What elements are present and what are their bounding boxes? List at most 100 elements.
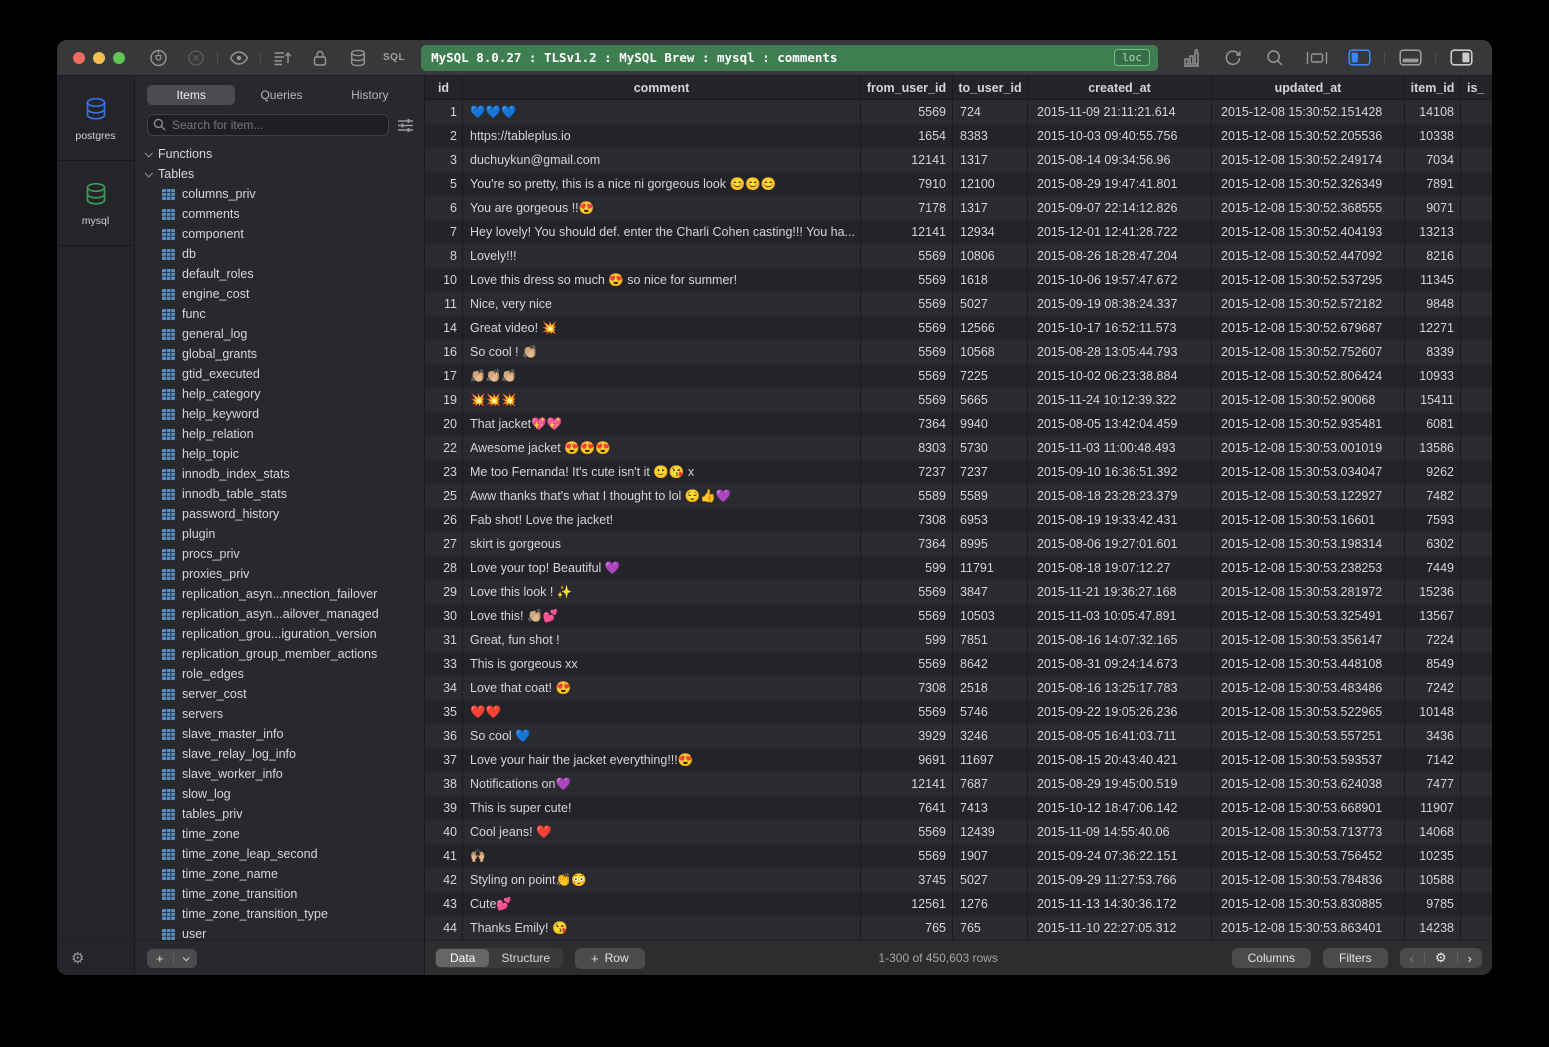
cell-is_[interactable] <box>1461 532 1492 556</box>
cell-updated_at[interactable]: 2015-12-08 15:30:53.281972 <box>1212 580 1405 604</box>
cell-updated_at[interactable]: 2015-12-08 15:30:53.356147 <box>1212 628 1405 652</box>
cell-from_user_id[interactable]: 7178 <box>861 196 953 220</box>
cell-to_user_id[interactable]: 1276 <box>953 892 1028 916</box>
cell-id[interactable]: 6 <box>425 196 463 220</box>
cell-created_at[interactable]: 2015-10-03 09:40:55.756 <box>1028 124 1212 148</box>
table-row[interactable]: 20That jacket💖💖736499402015-08-05 13:42:… <box>425 412 1492 436</box>
column-header-created_at[interactable]: created_at <box>1028 76 1212 99</box>
cell-comment[interactable]: 🙌🏼 <box>463 844 861 868</box>
cell-from_user_id[interactable]: 5569 <box>861 388 953 412</box>
cell-is_[interactable] <box>1461 508 1492 532</box>
cell-updated_at[interactable]: 2015-12-08 15:30:53.863401 <box>1212 916 1405 940</box>
cell-item_id[interactable]: 9848 <box>1405 292 1461 316</box>
column-header-id[interactable]: id <box>425 76 463 99</box>
cell-is_[interactable] <box>1461 772 1492 796</box>
column-header-updated_at[interactable]: updated_at <box>1212 76 1405 99</box>
cell-to_user_id[interactable]: 7687 <box>953 772 1028 796</box>
cell-comment[interactable]: Love this! 👏🏼💕 <box>463 604 861 628</box>
cell-comment[interactable]: Styling on point👏😳 <box>463 868 861 892</box>
cell-item_id[interactable]: 6302 <box>1405 532 1461 556</box>
table-row[interactable]: 26Fab shot! Love the jacket!730869532015… <box>425 508 1492 532</box>
sidebar-table-item-role_edges[interactable]: role_edges <box>135 664 424 684</box>
cell-id[interactable]: 14 <box>425 316 463 340</box>
cell-to_user_id[interactable]: 12439 <box>953 820 1028 844</box>
cell-item_id[interactable]: 10148 <box>1405 700 1461 724</box>
cell-item_id[interactable]: 8339 <box>1405 340 1461 364</box>
cell-id[interactable]: 34 <box>425 676 463 700</box>
cell-id[interactable]: 17 <box>425 364 463 388</box>
cell-item_id[interactable]: 8549 <box>1405 652 1461 676</box>
sidebar-table-item-time_zone_transition_type[interactable]: time_zone_transition_type <box>135 904 424 924</box>
cell-created_at[interactable]: 2015-11-21 19:36:27.168 <box>1028 580 1212 604</box>
cell-is_[interactable] <box>1461 748 1492 772</box>
cell-comment[interactable]: Lovely!!! <box>463 244 861 268</box>
cell-from_user_id[interactable]: 7308 <box>861 508 953 532</box>
add-row-button[interactable]: + Row <box>575 948 645 969</box>
cell-is_[interactable] <box>1461 604 1492 628</box>
cell-is_[interactable] <box>1461 652 1492 676</box>
cell-to_user_id[interactable]: 7225 <box>953 364 1028 388</box>
cell-created_at[interactable]: 2015-09-19 08:38:24.337 <box>1028 292 1212 316</box>
cell-updated_at[interactable]: 2015-12-08 15:30:53.001019 <box>1212 436 1405 460</box>
table-row[interactable]: 17👏🏼👏🏼👏🏼556972252015-10-02 06:23:38.8842… <box>425 364 1492 388</box>
table-row[interactable]: 14Great video! 💥5569125662015-10-17 16:5… <box>425 316 1492 340</box>
cell-is_[interactable] <box>1461 172 1492 196</box>
cell-to_user_id[interactable]: 12934 <box>953 220 1028 244</box>
cell-comment[interactable]: Cool jeans! ❤️ <box>463 820 861 844</box>
connection-mysql[interactable]: mysql <box>57 161 134 246</box>
cell-created_at[interactable]: 2015-12-01 12:41:28.722 <box>1028 220 1212 244</box>
log-export-icon[interactable] <box>263 45 301 71</box>
cell-id[interactable]: 29 <box>425 580 463 604</box>
cell-to_user_id[interactable]: 8995 <box>953 532 1028 556</box>
cell-created_at[interactable]: 2015-08-16 13:25:17.783 <box>1028 676 1212 700</box>
search-icon[interactable] <box>1256 45 1294 71</box>
cell-item_id[interactable]: 15411 <box>1405 388 1461 412</box>
cell-updated_at[interactable]: 2015-12-08 15:30:52.572182 <box>1212 292 1405 316</box>
cell-is_[interactable] <box>1461 628 1492 652</box>
sidebar-table-item-comments[interactable]: comments <box>135 204 424 224</box>
cell-created_at[interactable]: 2015-10-02 06:23:38.884 <box>1028 364 1212 388</box>
cell-id[interactable]: 40 <box>425 820 463 844</box>
sidebar-table-item-default_roles[interactable]: default_roles <box>135 264 424 284</box>
column-header-is_[interactable]: is_ <box>1461 76 1492 99</box>
prev-page-button[interactable]: ‹ <box>1400 948 1424 968</box>
cell-comment[interactable]: Love this dress so much 😍 so nice for su… <box>463 268 861 292</box>
cell-comment[interactable]: Great video! 💥 <box>463 316 861 340</box>
table-row[interactable]: 40Cool jeans! ❤️5569124392015-11-09 14:5… <box>425 820 1492 844</box>
cell-from_user_id[interactable]: 7364 <box>861 412 953 436</box>
cell-created_at[interactable]: 2015-09-22 19:05:26.236 <box>1028 700 1212 724</box>
sidebar-table-item-time_zone_name[interactable]: time_zone_name <box>135 864 424 884</box>
cell-from_user_id[interactable]: 5569 <box>861 604 953 628</box>
cell-is_[interactable] <box>1461 724 1492 748</box>
sidebar-table-item-procs_priv[interactable]: procs_priv <box>135 544 424 564</box>
cell-comment[interactable]: Nice, very nice <box>463 292 861 316</box>
table-row[interactable]: 7Hey lovely! You should def. enter the C… <box>425 220 1492 244</box>
cell-item_id[interactable]: 7242 <box>1405 676 1461 700</box>
cell-updated_at[interactable]: 2015-12-08 15:30:53.557251 <box>1212 724 1405 748</box>
cell-is_[interactable] <box>1461 868 1492 892</box>
cell-created_at[interactable]: 2015-08-26 18:28:47.204 <box>1028 244 1212 268</box>
connect-icon[interactable] <box>139 45 177 71</box>
cell-is_[interactable] <box>1461 820 1492 844</box>
cell-updated_at[interactable]: 2015-12-08 15:30:52.404193 <box>1212 220 1405 244</box>
cell-is_[interactable] <box>1461 148 1492 172</box>
cell-item_id[interactable]: 9071 <box>1405 196 1461 220</box>
cell-created_at[interactable]: 2015-08-18 19:07:12.27 <box>1028 556 1212 580</box>
cell-created_at[interactable]: 2015-11-24 10:12:39.322 <box>1028 388 1212 412</box>
sidebar-table-item-gtid_executed[interactable]: gtid_executed <box>135 364 424 384</box>
table-row[interactable]: 27skirt is gorgeous736489952015-08-06 19… <box>425 532 1492 556</box>
cell-id[interactable]: 2 <box>425 124 463 148</box>
cell-updated_at[interactable]: 2015-12-08 15:30:52.537295 <box>1212 268 1405 292</box>
sidebar-table-item-replication_asyn...nnection_failover[interactable]: replication_asyn...nnection_failover <box>135 584 424 604</box>
sidebar-table-item-innodb_index_stats[interactable]: innodb_index_stats <box>135 464 424 484</box>
column-header-item_id[interactable]: item_id <box>1405 76 1461 99</box>
page-settings-gear-icon[interactable]: ⚙ <box>1425 948 1457 968</box>
table-row[interactable]: 33This is gorgeous xx556986422015-08-31 … <box>425 652 1492 676</box>
cell-from_user_id[interactable]: 5569 <box>861 244 953 268</box>
table-row[interactable]: 19💥💥💥556956652015-11-24 10:12:39.3222015… <box>425 388 1492 412</box>
cell-id[interactable]: 30 <box>425 604 463 628</box>
cell-is_[interactable] <box>1461 196 1492 220</box>
table-row[interactable]: 34Love that coat! 😍730825182015-08-16 13… <box>425 676 1492 700</box>
cell-from_user_id[interactable]: 5569 <box>861 100 953 124</box>
cell-to_user_id[interactable]: 12566 <box>953 316 1028 340</box>
